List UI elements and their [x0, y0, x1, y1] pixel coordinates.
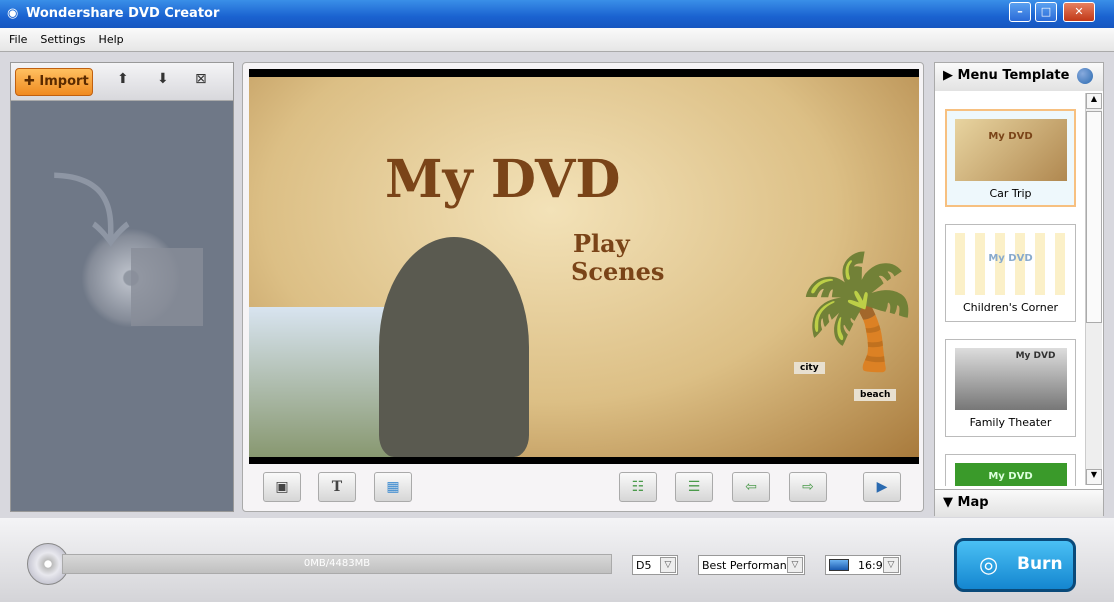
- maximize-button[interactable]: □: [1035, 2, 1057, 22]
- collapse-icon: ▼: [943, 495, 958, 510]
- palm-tree-image: 🌴: [789, 247, 919, 375]
- template-thumbnail: My DVD: [954, 463, 1067, 486]
- chapter-button[interactable]: ☰: [675, 472, 713, 502]
- sign-beach: beach: [854, 389, 897, 401]
- delete-icon[interactable]: ⊠: [195, 71, 207, 87]
- chevron-down-icon: ▽: [883, 557, 899, 573]
- background-icon: ▣: [275, 479, 289, 495]
- media-toolbar: ✚ Import ⬆ ⬇ ⊠: [11, 63, 233, 101]
- template-thumbnail: My DVD: [954, 119, 1067, 181]
- drop-arrow-icon: ⤵: [51, 166, 131, 259]
- status-bar: 0MB/4483MB D5 ▽ Best Performance ▽ 16:9 ▽ ◎…: [0, 518, 1114, 602]
- burn-disc-icon: ◎: [979, 553, 999, 578]
- menu-template-header[interactable]: ▶ Menu Template: [935, 63, 1103, 91]
- template-green[interactable]: My DVD: [945, 454, 1076, 486]
- menu-help[interactable]: Help: [90, 28, 128, 46]
- layout-button[interactable]: ☷: [619, 472, 657, 502]
- download-globe-icon[interactable]: [1077, 68, 1093, 84]
- next-page-button[interactable]: ⇨: [789, 472, 827, 502]
- title-bar: ◉ Wondershare DVD Creator – □ ✕: [0, 0, 1114, 28]
- capacity-text: 0MB/4483MB: [303, 558, 371, 569]
- menu-file[interactable]: File: [0, 28, 31, 46]
- move-up-icon[interactable]: ⬆: [117, 71, 129, 87]
- template-panel: ▶ Menu Template My DVD Car Trip My DVD Chi…: [934, 62, 1104, 517]
- burn-button[interactable]: ◎ Burn: [954, 538, 1076, 592]
- preview-panel: 🌴 My DVD Play Scenes city beach ▣ T ▦ ☷ …: [242, 62, 924, 512]
- minimize-button[interactable]: –: [1009, 2, 1031, 22]
- text-button[interactable]: T: [318, 472, 356, 502]
- page-forward-icon: ⇨: [802, 479, 814, 495]
- disc-type-select[interactable]: D5 ▽: [632, 555, 678, 575]
- background-button[interactable]: ▣: [263, 472, 301, 502]
- app-icon: ◉: [7, 6, 19, 21]
- template-childrens-corner[interactable]: My DVD Children's Corner: [945, 224, 1076, 322]
- scroll-up-button[interactable]: ▲: [1086, 93, 1102, 109]
- scenes-button-text[interactable]: Scenes: [571, 257, 664, 286]
- template-car-trip[interactable]: My DVD Car Trip: [945, 109, 1076, 207]
- menu-settings[interactable]: Settings: [31, 28, 89, 46]
- template-thumbnail: My DVD: [954, 233, 1067, 295]
- map-header[interactable]: ▼ Map: [935, 489, 1103, 517]
- scroll-down-button[interactable]: ▼: [1086, 469, 1102, 485]
- sign-city: city: [794, 362, 825, 374]
- quality-select[interactable]: Best Performance ▽: [698, 555, 805, 575]
- move-down-icon[interactable]: ⬇: [157, 71, 169, 87]
- add-video-button[interactable]: ▦: [374, 472, 412, 502]
- video-add-icon: ▦: [386, 479, 400, 495]
- chevron-down-icon: ▽: [787, 557, 803, 573]
- list-arrow-icon: ☷: [631, 479, 645, 495]
- template-scrollbar[interactable]: ▲ ▼: [1085, 93, 1102, 485]
- menu-title[interactable]: My DVD: [385, 149, 621, 210]
- menu-preview[interactable]: 🌴 My DVD Play Scenes city beach: [249, 69, 919, 464]
- text-icon: T: [331, 479, 343, 495]
- clapboard-icon: [131, 248, 203, 326]
- import-button[interactable]: ✚ Import: [15, 68, 93, 96]
- page-back-icon: ⇦: [745, 479, 757, 495]
- expand-icon: ▶: [943, 68, 958, 83]
- scroll-thumb[interactable]: [1086, 111, 1102, 323]
- chevron-down-icon: ▽: [660, 557, 676, 573]
- preview-background: 🌴 My DVD Play Scenes city beach: [249, 77, 919, 457]
- monitor-play-icon: ▶: [876, 479, 888, 495]
- previous-page-button[interactable]: ⇦: [732, 472, 770, 502]
- menu-bar: File Settings Help: [0, 28, 1114, 52]
- template-thumbnail: My DVD: [954, 348, 1067, 410]
- aspect-select[interactable]: 16:9 ▽: [825, 555, 901, 575]
- person-image: [379, 237, 529, 457]
- plus-icon: ✚: [24, 74, 40, 89]
- media-panel: ✚ Import ⬆ ⬇ ⊠ ⤵: [10, 62, 234, 512]
- capacity-bar: 0MB/4483MB: [62, 554, 612, 574]
- play-preview-button[interactable]: ▶: [863, 472, 901, 502]
- play-button-text[interactable]: Play: [573, 229, 630, 258]
- list-check-icon: ☰: [687, 479, 701, 495]
- close-button[interactable]: ✕: [1063, 2, 1095, 22]
- template-family-theater[interactable]: My DVD Family Theater: [945, 339, 1076, 437]
- monitor-icon: [829, 559, 849, 571]
- window-title: Wondershare DVD Creator: [26, 6, 220, 21]
